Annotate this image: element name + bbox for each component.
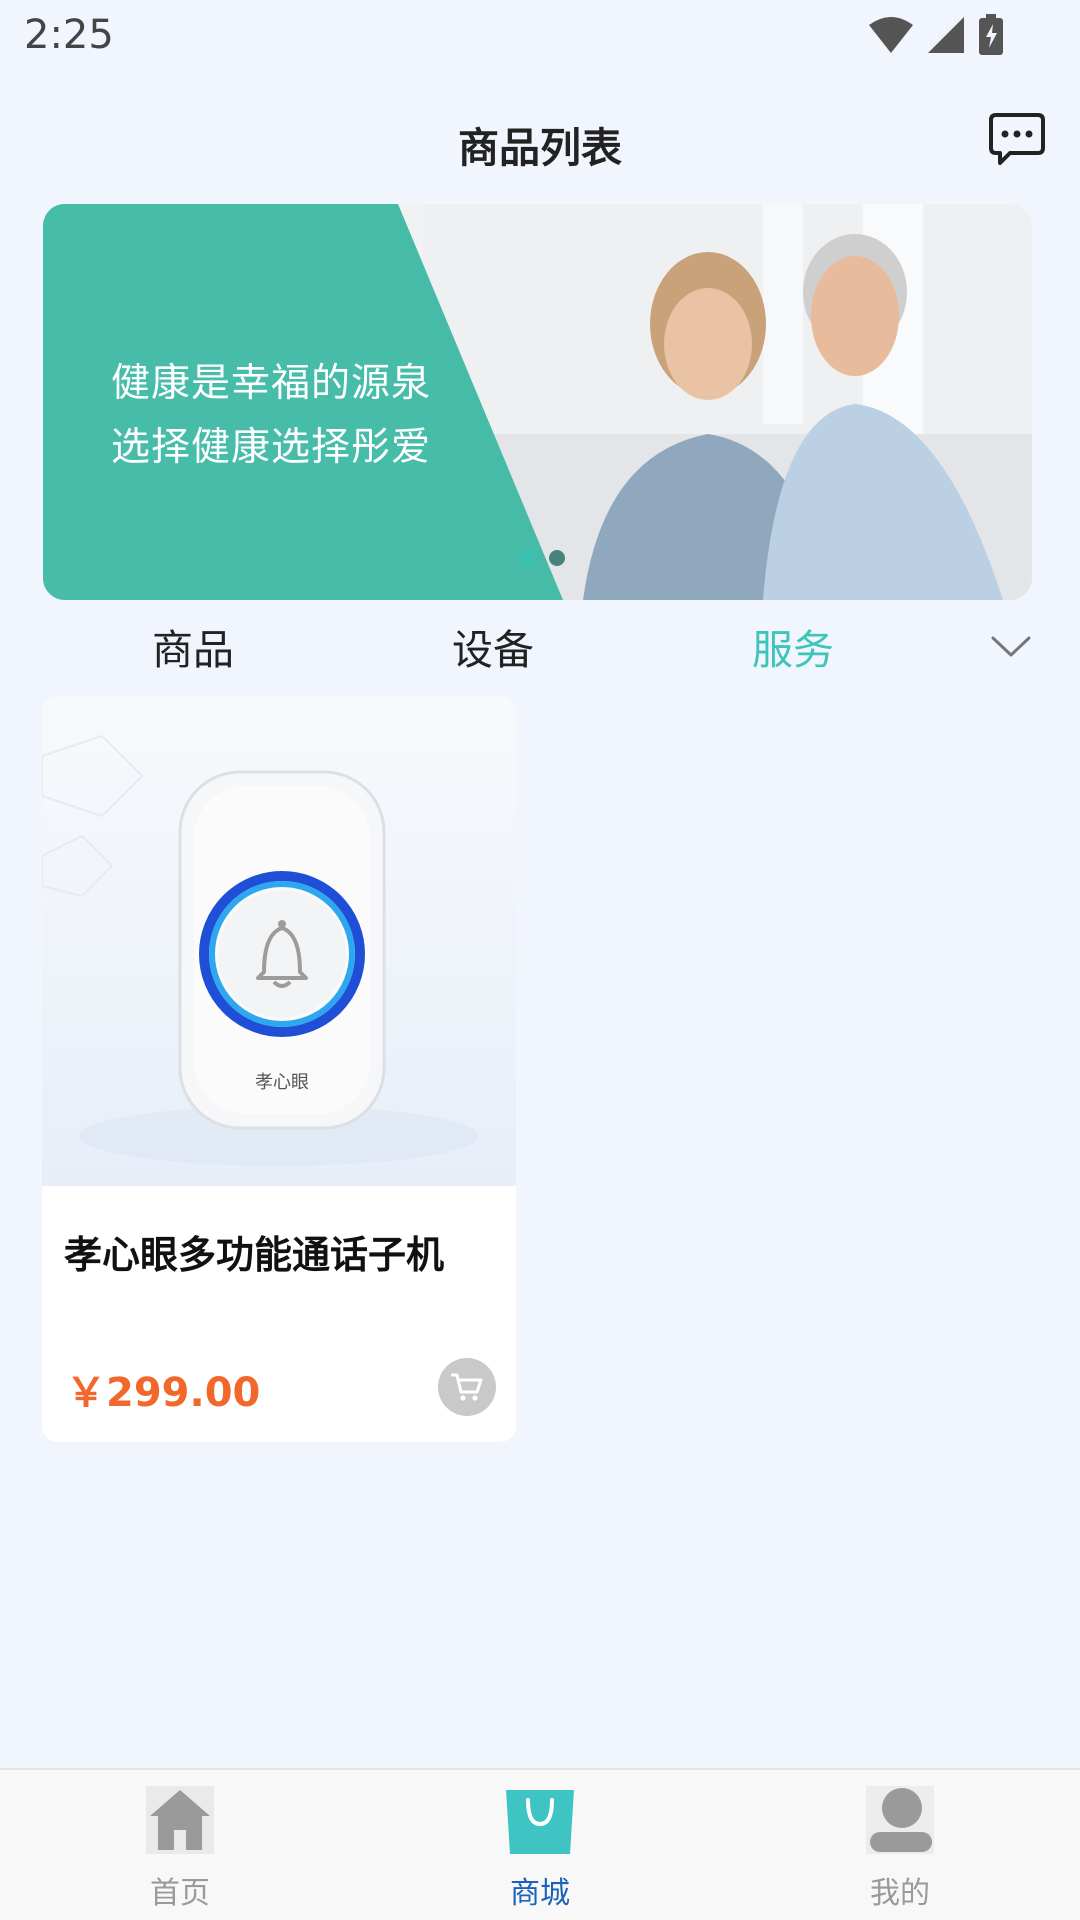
tab-goods[interactable]: 商品: [152, 616, 234, 676]
category-tabs: 商品 设备 服务: [0, 616, 1080, 686]
banner-line-2: 选择健康选择彤爱: [111, 425, 432, 470]
nav-home[interactable]: 首页: [100, 1784, 260, 1914]
chevron-down-icon[interactable]: [990, 634, 1032, 660]
cart-icon: [451, 1373, 483, 1401]
tab-devices[interactable]: 设备: [452, 616, 534, 676]
nav-home-label: 首页: [150, 1876, 210, 1911]
bottom-navigation: 首页 商城 我的: [0, 1768, 1080, 1920]
product-price: ￥299.00: [66, 1370, 261, 1416]
nav-mall[interactable]: 商城: [460, 1784, 620, 1914]
chat-bubble-icon[interactable]: [988, 112, 1046, 166]
product-brand-mark: 孝心眼: [255, 1072, 309, 1093]
status-icons: [868, 14, 1004, 56]
promo-banner[interactable]: 健康是幸福的源泉 选择健康选择彤爱: [43, 204, 1032, 600]
banner-pagination: [519, 550, 565, 566]
product-image: 孝心眼: [42, 696, 516, 1186]
shopping-bag-icon: [506, 1790, 574, 1854]
doorbell-device-image: 孝心眼: [42, 734, 479, 1166]
nav-mine[interactable]: 我的: [820, 1784, 980, 1914]
nav-mine-label: 我的: [870, 1876, 930, 1911]
page-title: 商品列表: [458, 124, 622, 172]
tab-services[interactable]: 服务: [752, 616, 834, 676]
header: 商品列表: [0, 96, 1080, 186]
banner-dot-2[interactable]: [549, 550, 565, 566]
add-to-cart-button[interactable]: [438, 1358, 496, 1416]
wifi-icon: [869, 17, 913, 53]
home-icon: [146, 1786, 214, 1854]
banner-line-1: 健康是幸福的源泉: [111, 361, 432, 406]
user-icon: [866, 1786, 934, 1854]
status-bar: 2:25: [0, 0, 1080, 76]
product-name: 孝心眼多功能通话子机: [64, 1233, 445, 1277]
nav-mall-label: 商城: [510, 1876, 570, 1911]
battery-charging-icon: [979, 14, 1003, 55]
signal-icon: [928, 17, 964, 53]
banner-slogan: 健康是幸福的源泉 选择健康选择彤爱: [111, 352, 431, 480]
status-time: 2:25: [24, 12, 114, 58]
banner-dot-1[interactable]: [519, 550, 535, 566]
product-card[interactable]: 孝心眼 孝心眼多功能通话子机 ￥299.00: [42, 696, 516, 1442]
